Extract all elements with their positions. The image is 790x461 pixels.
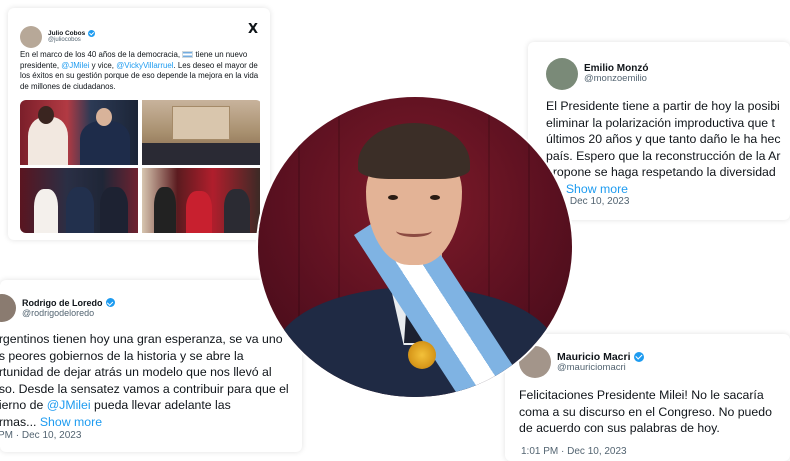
author-handle[interactable]: @rodrigodeloredo [22, 308, 115, 318]
mention-link[interactable]: @JMilei [47, 398, 91, 412]
figure [34, 189, 58, 233]
tweet-line: de acuerdo con sus palabras de hoy. [519, 421, 720, 435]
author-name[interactable]: Mauricio Macri [557, 351, 631, 363]
tweet-timestamp[interactable]: 1:01 PM · Dec 10, 2023 [521, 446, 627, 457]
tweet-line: bierno de @JMilei pueda llevar adelante … [0, 397, 297, 414]
tweet-line: coma a su discurso en el Congreso. No pu… [519, 404, 772, 419]
tweet-line-prefix: bierno de [0, 398, 44, 412]
media-grid [20, 100, 262, 233]
author-name-row[interactable]: Julio Cobos [48, 30, 96, 38]
author-handle[interactable]: @monzoemilio [584, 73, 648, 85]
argentina-flag-icon [182, 51, 194, 59]
avatar[interactable] [546, 58, 578, 90]
tweet-line: ortunidad de dejar atrás un modelo que n… [0, 365, 272, 379]
verified-icon [88, 30, 96, 38]
tweet-line: ormas... Show more [0, 414, 297, 431]
mention-link[interactable]: @JMilei [61, 61, 89, 70]
tweet-line: s... Show more [546, 181, 790, 198]
tweet-header: Rodrigo de Loredo @rodrigodeloredo [0, 294, 115, 322]
tweet-line: últimos 20 años y que tanto daño le ha h… [546, 132, 781, 146]
crowd [142, 143, 260, 165]
smile [396, 225, 432, 237]
figure [28, 117, 68, 165]
figure-head [96, 108, 112, 126]
figure-head [38, 106, 54, 124]
tweet-card-cobos[interactable]: Julio Cobos @juliocobos X En el marco de… [8, 8, 270, 240]
sun-of-may-emblem [408, 341, 436, 369]
tweet-text: En el marco de los 40 años de la democra… [20, 50, 260, 92]
show-more-link[interactable]: Show more [40, 415, 102, 429]
tweet-line: Felicitaciones Presidente Milei! No le s… [519, 388, 764, 402]
verified-icon [105, 298, 115, 308]
tweet-text: Felicitaciones Presidente Milei! No le s… [519, 387, 790, 437]
media-photo[interactable] [142, 100, 260, 165]
author-block: Mauricio Macri @mauriciomacri [557, 351, 644, 374]
right-eye [430, 195, 440, 200]
tweet-header: Emilio Monzó @monzoemilio [546, 58, 648, 90]
figure [80, 121, 130, 165]
author-block: Rodrigo de Loredo @rodrigodeloredo [22, 298, 115, 319]
tweet-text-part: y vice, [91, 60, 115, 70]
author-name-row[interactable]: Rodrigo de Loredo [22, 298, 115, 308]
tweet-line-prefix: ormas... [0, 414, 37, 429]
president-portrait [258, 97, 572, 397]
tweet-line: El Presidente tiene a partir de hoy la p… [546, 99, 780, 113]
author-block: Emilio Monzó @monzoemilio [584, 63, 648, 85]
tweet-text: El Presidente tiene a partir de hoy la p… [546, 98, 790, 197]
figure [66, 187, 94, 233]
author-handle[interactable]: @juliocobos [48, 37, 95, 44]
mention-link[interactable]: @VickyVillarruel [116, 61, 173, 70]
tweet-timestamp[interactable]: PM · Dec 10, 2023 [0, 430, 81, 441]
tweet-line: aso. Desde la sensatez vamos a contribui… [0, 381, 289, 396]
verified-icon [633, 351, 644, 362]
building-facade [172, 106, 230, 140]
figure [100, 187, 128, 233]
tweet-text-part: En el marco de los 40 años de la democra… [20, 50, 181, 59]
tweet-line: país. Espero que la reconstrucción de la… [546, 148, 781, 163]
tweet-card-loredo[interactable]: Rodrigo de Loredo @rodrigodeloredo argen… [0, 280, 302, 452]
tweet-card-monzo[interactable]: Emilio Monzó @monzoemilio El Presidente … [528, 42, 790, 220]
hair [358, 123, 470, 179]
show-more-link[interactable]: Show more [566, 182, 628, 196]
tweet-line: argentinos tienen hoy una gran esperanza… [0, 332, 283, 346]
tweet-text: argentinos tienen hoy una gran esperanza… [0, 331, 297, 430]
avatar[interactable] [0, 294, 16, 322]
avatar[interactable] [20, 26, 42, 48]
author-name[interactable]: Rodrigo de Loredo [22, 298, 103, 308]
left-eye [388, 195, 398, 200]
tweet-line: eliminar la polarización improductiva qu… [546, 115, 775, 130]
media-photo[interactable] [142, 168, 260, 233]
media-photo[interactable] [20, 100, 138, 165]
author-name[interactable]: Julio Cobos [48, 30, 85, 37]
tweet-line: propone se haga respetando la diversidad [546, 165, 776, 179]
media-photo[interactable] [20, 168, 138, 233]
author-block: Julio Cobos @juliocobos [48, 30, 96, 44]
x-logo-icon[interactable]: X [248, 22, 258, 37]
figure [186, 191, 212, 233]
tweet-header: Julio Cobos @juliocobos [20, 26, 96, 48]
tweet-line: os peores gobiernos de la historia y se … [0, 348, 244, 363]
author-name-row[interactable]: Mauricio Macri [557, 351, 644, 363]
author-handle[interactable]: @mauriciomacri [557, 362, 644, 374]
tweet-line-suffix: pueda llevar adelante las [94, 398, 231, 412]
figure [154, 187, 176, 233]
figure [224, 189, 250, 233]
